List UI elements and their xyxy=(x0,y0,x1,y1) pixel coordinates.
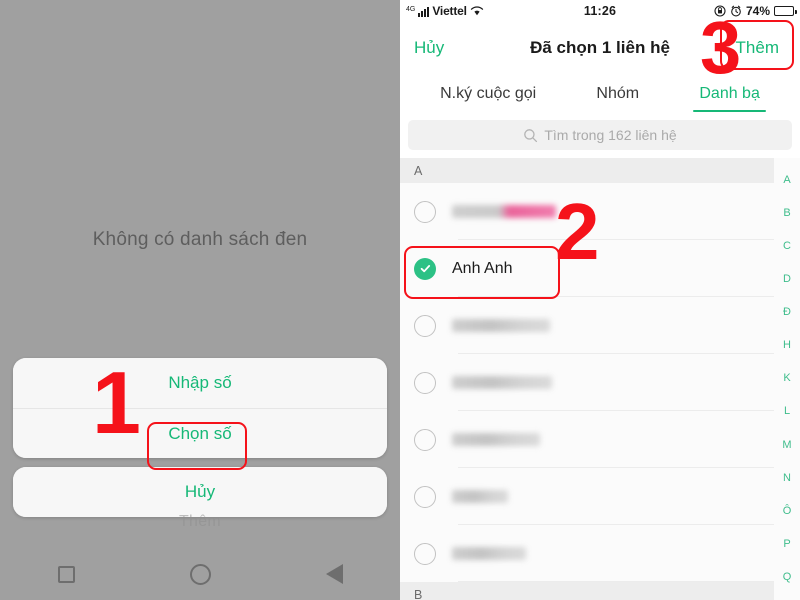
alpha-index-p[interactable]: P xyxy=(783,538,790,550)
check-icon xyxy=(420,265,430,273)
battery-icon xyxy=(774,6,797,16)
alpha-index-b[interactable]: B xyxy=(783,208,790,219)
nhap-so-button[interactable]: Nhập số xyxy=(13,358,387,408)
alpha-index-ocirc[interactable]: Ô xyxy=(783,505,792,517)
alpha-index-l[interactable]: L xyxy=(784,406,790,417)
search-icon xyxy=(524,128,538,142)
contact-checkbox[interactable] xyxy=(414,542,436,565)
alpha-index-d[interactable]: D xyxy=(783,274,791,285)
annotation-number-1: 1 xyxy=(92,353,141,452)
recents-icon[interactable] xyxy=(57,565,75,583)
carrier-label: Viettel xyxy=(432,4,467,18)
contact-list[interactable]: A Anh Anh B A B C D Đ H K L M N Ô P Q xyxy=(400,158,800,600)
alpha-index-k[interactable]: K xyxy=(783,373,790,384)
contact-checkbox[interactable] xyxy=(414,485,436,508)
list-item[interactable] xyxy=(400,297,800,354)
contact-checkbox[interactable] xyxy=(414,314,436,337)
header-cancel-button[interactable]: Hủy xyxy=(414,38,444,58)
alpha-index[interactable]: A B C D Đ H K L M N Ô P Q xyxy=(774,158,800,600)
section-header-b: B xyxy=(400,582,800,600)
wifi-icon xyxy=(470,6,483,16)
chon-so-button[interactable]: Chọn số xyxy=(13,408,387,458)
empty-state-text: Không có danh sách đen xyxy=(92,229,308,250)
contact-name-redacted xyxy=(452,547,526,560)
list-item[interactable] xyxy=(400,183,800,240)
alpha-index-c[interactable]: C xyxy=(783,241,791,252)
android-nav-bar xyxy=(0,548,400,600)
contact-checkbox[interactable] xyxy=(414,428,436,451)
annotation-number-3: 3 xyxy=(700,6,742,89)
alpha-index-n[interactable]: N xyxy=(783,472,791,484)
network-type-label: 4G xyxy=(406,6,416,13)
alpha-index-q[interactable]: Q xyxy=(783,571,792,583)
contact-name-redacted xyxy=(452,433,540,446)
selected-contact-anh-anh[interactable]: Anh Anh xyxy=(400,240,800,297)
alpha-index-a[interactable]: A xyxy=(783,175,790,186)
status-bar-left: 4G Viettel xyxy=(406,4,580,18)
contact-checkbox[interactable] xyxy=(414,371,436,394)
action-sheet-gap xyxy=(13,458,387,467)
list-item[interactable] xyxy=(400,354,800,411)
contact-checkbox[interactable] xyxy=(414,200,436,223)
action-sheet-options: Nhập số Chọn số xyxy=(13,358,387,458)
annotation-number-2: 2 xyxy=(555,187,600,276)
tab-call-log[interactable]: N.ký cuộc gọi xyxy=(432,74,544,114)
screenshot-root: Không có danh sách đen Nhập số Chọn số H… xyxy=(0,0,800,600)
contact-name-redacted xyxy=(452,490,508,503)
alpha-index-m[interactable]: M xyxy=(782,439,791,451)
action-sheet-cancel-group: Hủy xyxy=(13,467,387,517)
home-icon[interactable] xyxy=(189,563,211,585)
back-icon[interactable] xyxy=(325,564,343,584)
contact-name: Anh Anh xyxy=(452,259,513,277)
contact-name-redacted xyxy=(452,376,552,389)
search-input[interactable]: Tìm trong 162 liên hệ xyxy=(408,120,792,150)
search-placeholder: Tìm trong 162 liên hệ xyxy=(544,127,677,143)
status-bar-time: 11:26 xyxy=(583,4,617,18)
battery-percent-label: 74% xyxy=(745,4,770,18)
alpha-index-h[interactable]: H xyxy=(783,340,791,351)
list-item[interactable] xyxy=(400,468,800,525)
signal-bars-icon xyxy=(418,6,430,17)
contact-name-redacted xyxy=(452,319,550,332)
tab-groups[interactable]: Nhóm xyxy=(588,74,647,114)
action-sheet: Nhập số Chọn số Hủy Thêm xyxy=(13,358,387,530)
contact-checkbox-checked[interactable] xyxy=(414,257,436,280)
right-screen-contact-picker: 4G Viettel 11:26 74% Hủy Đã chọn 1 liên … xyxy=(400,0,800,600)
list-item[interactable] xyxy=(400,525,800,582)
list-item[interactable] xyxy=(400,411,800,468)
section-header-a: A xyxy=(400,158,800,183)
left-screen-blacklist: Không có danh sách đen Nhập số Chọn số H… xyxy=(0,0,400,600)
cancel-button[interactable]: Hủy xyxy=(13,467,387,517)
contact-name-redacted xyxy=(452,205,556,218)
search-wrap: Tìm trong 162 liên hệ xyxy=(400,114,800,158)
alpha-index-dstroke[interactable]: Đ xyxy=(783,307,791,318)
